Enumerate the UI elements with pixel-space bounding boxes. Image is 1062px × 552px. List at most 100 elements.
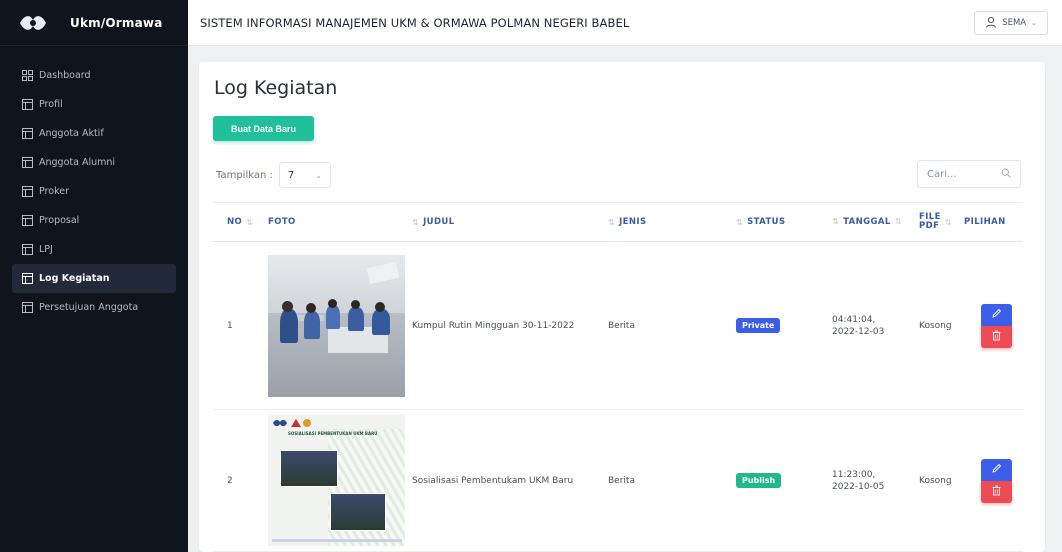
app-title: SISTEM INFORMASI MANAJEMEN UKM & ORMAWA … [200, 15, 630, 30]
sidebar-item-label: Proposal [39, 215, 80, 226]
sidebar-item-label: Persetujuan Anggota [39, 302, 139, 313]
sidebar-item-profil[interactable]: Profil [12, 90, 176, 119]
sidebar-item-lpj[interactable]: LPJ [12, 235, 176, 264]
sidebar-item-proposal[interactable]: Proposal [12, 206, 176, 235]
column-header-status[interactable]: ⇅ STATUS [736, 203, 832, 241]
cell-file-pdf: Kosong [919, 320, 952, 331]
table-row: 2 SOSIALISASI PEMBENTUKAN UKM BARU Sosia… [213, 410, 1023, 552]
sidebar-item-proker[interactable]: Proker [12, 177, 176, 206]
sidebar-item-anggota-alumni[interactable]: Anggota Alumni [12, 148, 176, 177]
column-label: JENIS [619, 217, 647, 227]
edit-button[interactable] [980, 303, 1012, 326]
column-label: NO [227, 217, 243, 227]
delete-button[interactable] [980, 325, 1012, 348]
column-header-pilihan: PILIHAN [964, 203, 1023, 241]
sidebar-item-label: Anggota Aktif [39, 128, 104, 139]
sidebar-item-label: Proker [39, 186, 69, 197]
sidebar-item-label: LPJ [39, 244, 53, 255]
status-badge: Private [736, 318, 781, 333]
sidebar-brand[interactable]: Ukm/Ormawa [0, 0, 188, 46]
sort-icon: ⇅ [736, 217, 744, 227]
sidebar-item-label: Log Kegiatan [39, 273, 110, 284]
table-icon [22, 244, 33, 255]
page-length-value: 7 [287, 169, 295, 181]
sidebar-item-label: Anggota Alumni [39, 157, 116, 168]
column-label-line: PDF [919, 221, 940, 231]
poster-title: SOSIALISASI PEMBENTUKAN UKM BARU [288, 431, 378, 436]
sort-icon: ⇅ [412, 217, 420, 227]
activity-photo[interactable] [268, 254, 405, 397]
user-name: SEMA [1002, 18, 1027, 28]
cell-jenis: Berita [608, 475, 635, 486]
column-header-tanggal[interactable]: ⇅ TANGGAL ⇅ [832, 203, 919, 241]
column-header-file-pdf[interactable]: FILE PDF ⇅ [919, 203, 964, 241]
cell-file-pdf: Kosong [919, 475, 952, 486]
user-icon [985, 16, 997, 31]
row-actions [980, 303, 1012, 348]
sidebar-item-dashboard[interactable]: Dashboard [12, 61, 176, 90]
sort-icon: ⇅ [246, 217, 254, 227]
cell-judul: Kumpul Rutin Mingguan 30-11-2022 [412, 320, 575, 331]
column-label: PILIHAN [964, 217, 1006, 227]
data-table: NO ⇅ FOTO ⇅ JUDUL ⇅ JENIS ⇅ STATUS ⇅ TANGGAL ⇅… [213, 202, 1023, 552]
column-header-foto[interactable]: FOTO [268, 203, 412, 241]
chevron-down-icon: ⌄ [1031, 19, 1037, 27]
brand-name: Ukm/Ormawa [70, 15, 163, 30]
column-label: TANGGAL [843, 217, 891, 227]
table-icon [22, 157, 33, 168]
tanggal-date: 2022-10-05 [832, 481, 885, 492]
cell-foto: SOSIALISASI PEMBENTUKAN UKM BARU [268, 415, 412, 546]
row-actions [980, 458, 1012, 503]
search-input[interactable]: Cari... [917, 160, 1021, 188]
cell-jenis: Berita [608, 320, 635, 331]
column-header-jenis[interactable]: ⇅ JENIS [608, 203, 736, 241]
chevron-down-icon: ⌄ [315, 170, 322, 180]
cell-pilihan [964, 303, 1023, 348]
sidebar-nav: Dashboard Profil Anggota Aktif Anggota A… [0, 46, 188, 322]
tanggal-time: 04:41:04, [832, 314, 876, 325]
page-title: Log Kegiatan [214, 77, 338, 99]
column-header-judul[interactable]: ⇅ JUDUL [412, 203, 608, 241]
delete-button[interactable] [980, 480, 1012, 503]
column-label: FILE PDF [919, 213, 941, 231]
table-icon [22, 128, 33, 139]
page-length-control: Tampilkan : 7 ⌄ [216, 162, 331, 188]
search-placeholder: Cari... [927, 168, 957, 180]
activity-poster[interactable]: SOSIALISASI PEMBENTUKAN UKM BARU [268, 415, 405, 546]
cell-status: Private [736, 318, 832, 333]
sort-icon: ⇅ [608, 217, 616, 227]
cell-pilihan [964, 458, 1023, 503]
pencil-icon [991, 308, 1002, 322]
edit-button[interactable] [980, 458, 1012, 481]
grid-icon [22, 70, 33, 81]
pencil-icon [991, 463, 1002, 477]
sidebar: Ukm/Ormawa Dashboard Profil Anggota Akti… [0, 0, 188, 552]
brand-logo-icon [18, 12, 48, 34]
cell-status: Publish [736, 473, 832, 488]
tanggal-time: 11:23:00, [832, 469, 876, 480]
table-row: 1 Kumpul Rutin Mingguan 30-11-2022 Berit… [213, 242, 1023, 410]
status-badge: Publish [736, 473, 782, 488]
sidebar-item-anggota-aktif[interactable]: Anggota Aktif [12, 119, 176, 148]
sort-icon: ⇅ [944, 217, 952, 227]
trash-icon [991, 330, 1002, 344]
table-icon [22, 215, 33, 226]
column-header-no[interactable]: NO ⇅ [213, 203, 268, 241]
table-icon [22, 99, 33, 110]
cell-no: 2 [227, 475, 233, 486]
table-icon [22, 186, 33, 197]
page-length-select[interactable]: 7 ⌄ [278, 162, 331, 188]
tanggal-date: 2022-12-03 [832, 326, 885, 337]
user-menu-button[interactable]: SEMA ⌄ [974, 11, 1048, 35]
search-icon [1001, 168, 1011, 181]
sidebar-item-persetujuan-anggota[interactable]: Persetujuan Anggota [12, 293, 176, 322]
create-new-button[interactable]: Buat Data Baru [213, 116, 314, 141]
table-icon [22, 302, 33, 313]
show-label: Tampilkan : [216, 169, 273, 181]
trash-icon [991, 485, 1002, 499]
column-label: FOTO [268, 217, 296, 227]
top-bar: SISTEM INFORMASI MANAJEMEN UKM & ORMAWA … [188, 0, 1062, 46]
sidebar-item-log-kegiatan[interactable]: Log Kegiatan [12, 264, 176, 293]
cell-tanggal: 04:41:04, 2022-12-03 [832, 314, 919, 338]
cell-no: 1 [227, 320, 233, 331]
